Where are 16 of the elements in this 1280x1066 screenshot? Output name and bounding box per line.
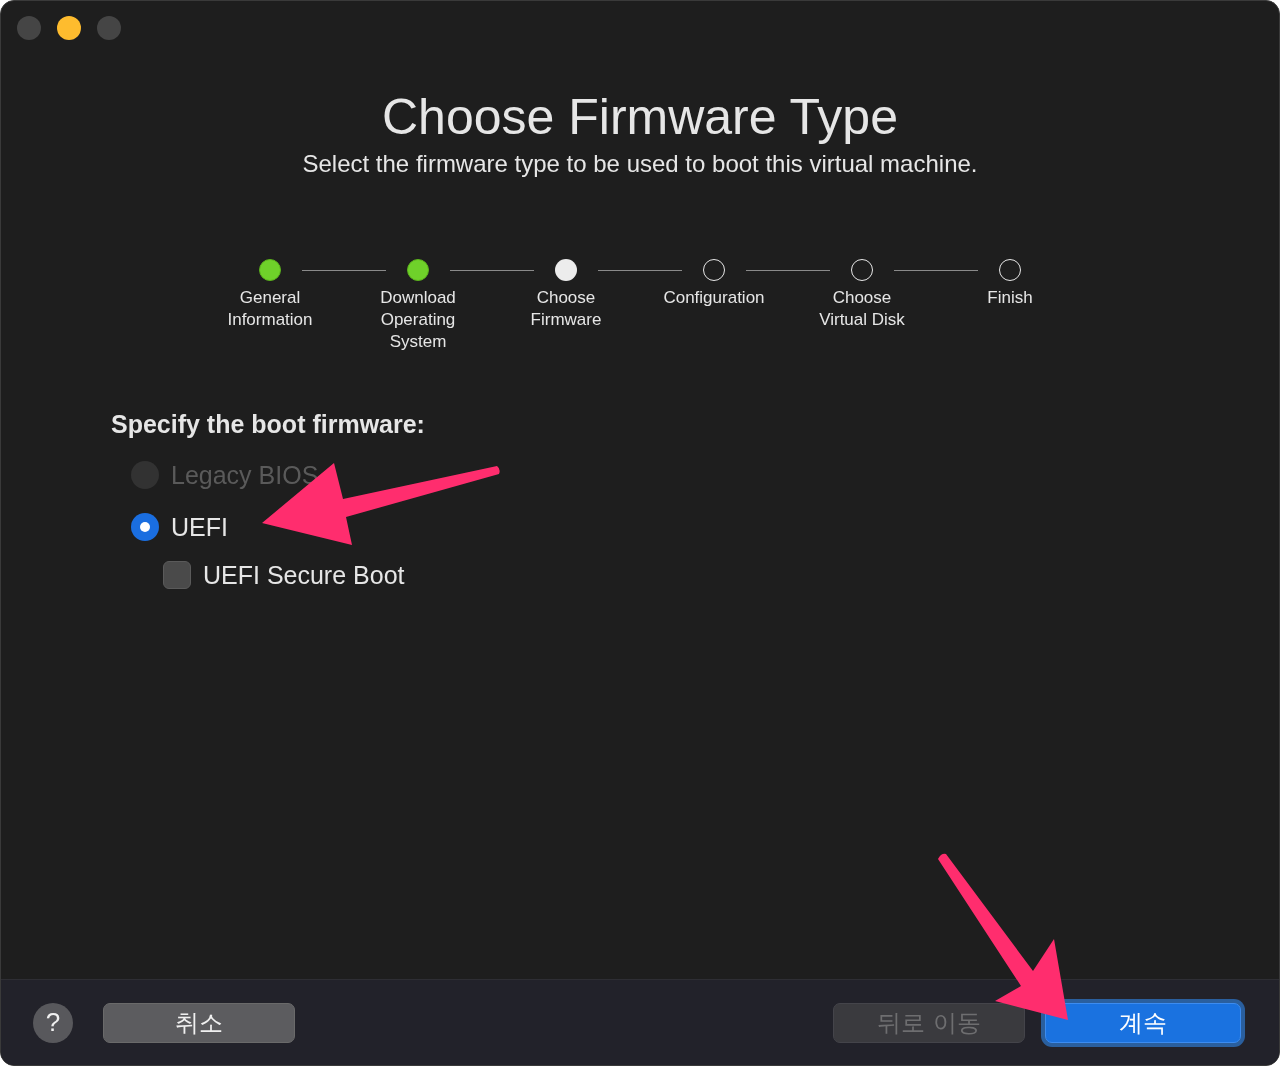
page-subtitle: Select the firmware type to be used to boot this virtual machine. bbox=[301, 149, 979, 179]
step-label: General Information bbox=[226, 287, 314, 331]
help-button[interactable]: ? bbox=[33, 1002, 73, 1043]
checkbox[interactable] bbox=[163, 561, 191, 589]
page-title: Choose Firmware Type bbox=[381, 89, 899, 145]
radio-label: UEFI bbox=[171, 512, 228, 542]
step-label: Download Operating System bbox=[379, 287, 457, 353]
step-label: Choose Firmware bbox=[529, 287, 603, 331]
window-control-button[interactable] bbox=[57, 16, 81, 40]
step-label: Configuration bbox=[662, 287, 766, 309]
step-label: Choose Virtual Disk bbox=[818, 287, 906, 331]
section-heading: Specify the boot firmware: bbox=[111, 409, 426, 439]
radio-button[interactable] bbox=[131, 513, 159, 541]
cancel-button[interactable]: 취소 bbox=[103, 1002, 295, 1043]
step-label: Finish bbox=[986, 287, 1034, 309]
checkbox-label: UEFI Secure Boot bbox=[203, 560, 405, 590]
